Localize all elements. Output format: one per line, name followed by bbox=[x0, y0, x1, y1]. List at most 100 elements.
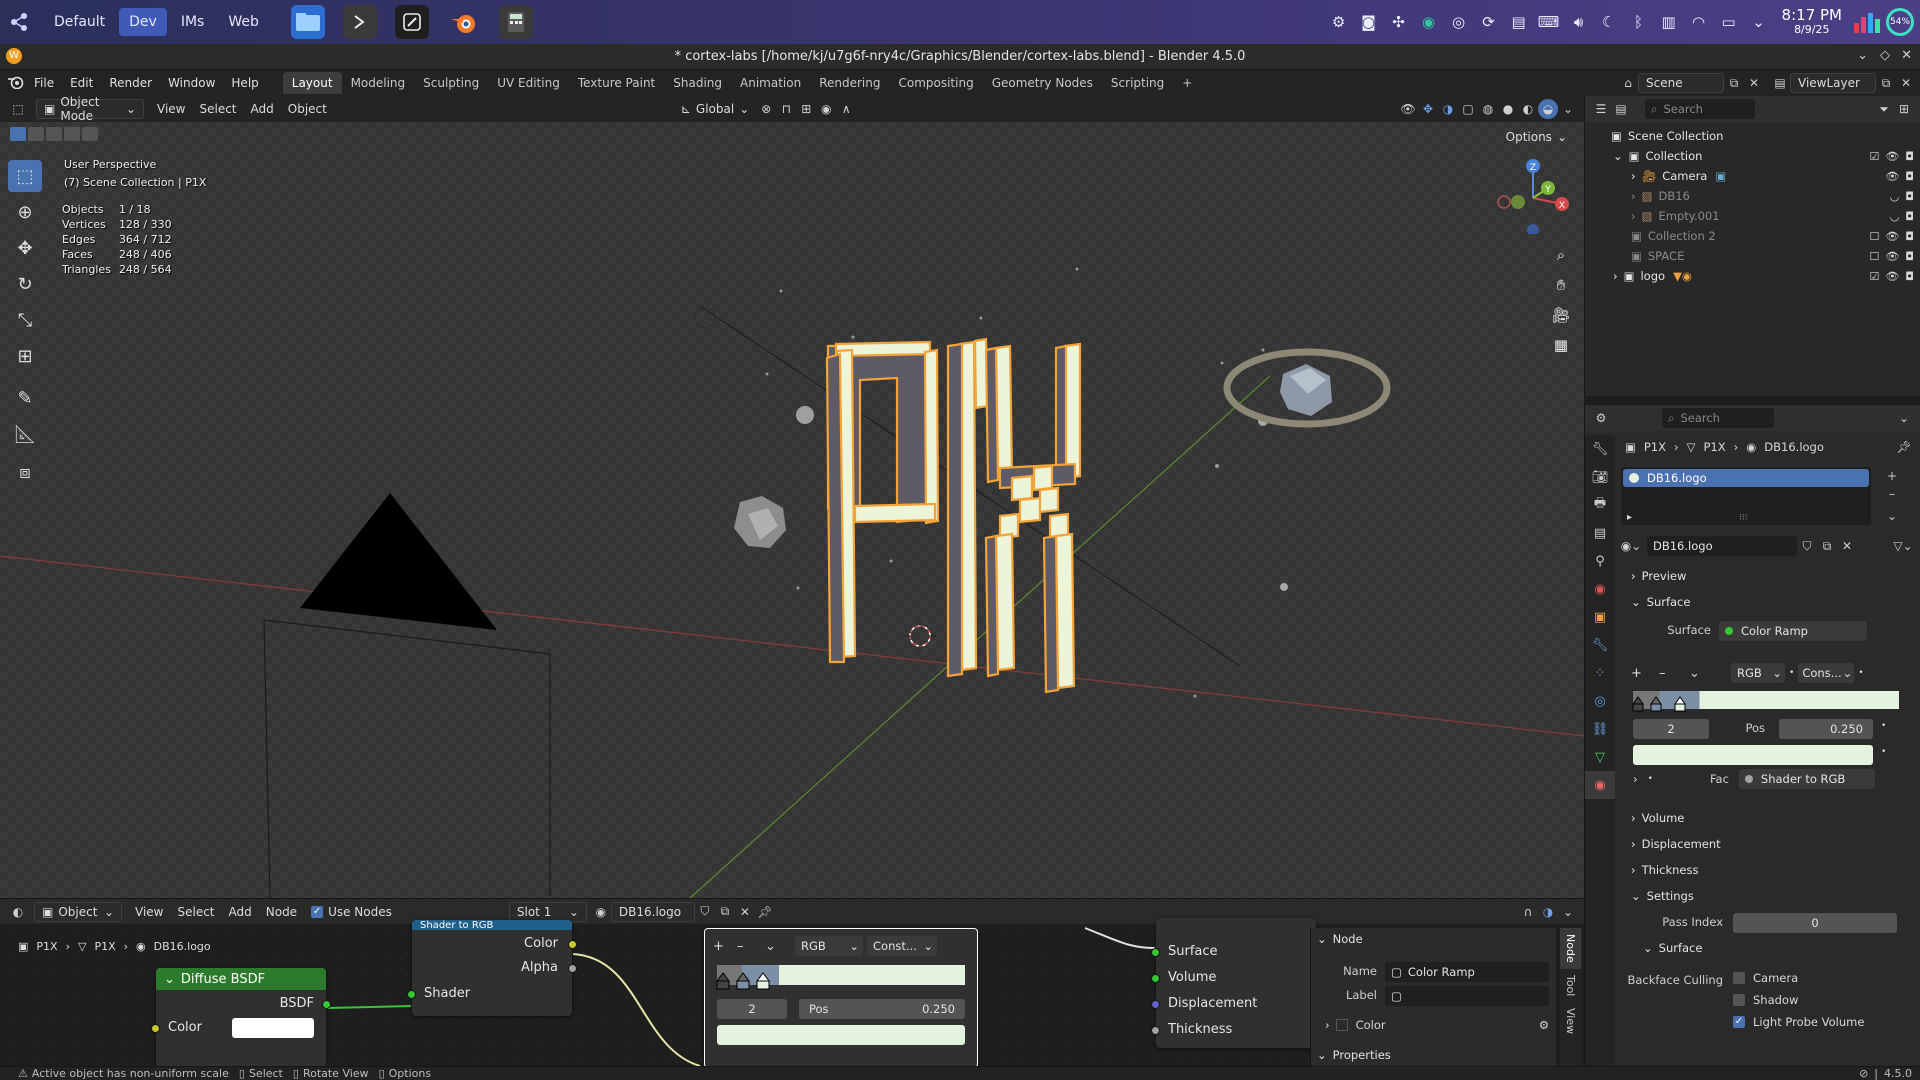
output-displacement-socket[interactable] bbox=[1151, 1000, 1160, 1009]
shader-node-editor[interactable]: ◐ ▣ Object ⌄ View Select Add Node ✓ Use … bbox=[0, 898, 1584, 1066]
remove-slot-icon[interactable]: – bbox=[1881, 485, 1903, 503]
viewport-menu-object[interactable]: Object bbox=[281, 99, 334, 119]
measure-tool[interactable]: 📐︎ bbox=[8, 418, 42, 450]
select-new-icon[interactable] bbox=[10, 127, 26, 141]
ramp-stops[interactable] bbox=[1629, 695, 1699, 717]
link-options-icon[interactable]: ▽⌄ bbox=[1893, 536, 1913, 556]
preview-panel-header[interactable]: › Preview bbox=[1619, 565, 1917, 587]
eye-closed-icon[interactable]: ◡ bbox=[1890, 190, 1900, 203]
color-presets-icon[interactable]: ⚙ bbox=[1539, 1018, 1549, 1032]
camera-restrict-icon[interactable]: ◘ bbox=[1905, 190, 1914, 203]
duplicate-material-icon[interactable]: ⧉ bbox=[1817, 536, 1837, 556]
outliner-row[interactable]: › ▨ Empty.001 ◡ ◘ bbox=[1585, 206, 1920, 226]
snap-target-icon[interactable]: ⊞ bbox=[796, 99, 816, 119]
outliner-search[interactable]: ⌕ Search bbox=[1645, 99, 1755, 119]
tab-layout[interactable]: Layout bbox=[282, 72, 342, 94]
menu-window[interactable]: Window bbox=[160, 76, 223, 90]
material-name-field[interactable]: DB16.logo bbox=[1647, 536, 1797, 556]
chevron-down-icon[interactable]: ⌄ bbox=[1689, 666, 1731, 681]
overlay-icon[interactable]: ◑ bbox=[1438, 99, 1458, 119]
eye-icon[interactable]: 👁︎ bbox=[1885, 230, 1899, 243]
node-label-field[interactable]: ▢ bbox=[1385, 986, 1549, 1006]
settings-surface-subpanel[interactable]: ⌄ Surface bbox=[1631, 937, 1911, 959]
wireframe-shading-icon[interactable]: ◍ bbox=[1478, 99, 1498, 119]
keyframe-dot-icon[interactable]: • bbox=[1789, 668, 1794, 678]
node-color-row[interactable]: › Color ⚙ bbox=[1325, 1018, 1549, 1032]
keyboard-icon[interactable]: ⌨ bbox=[1538, 11, 1560, 33]
settings-panel-header[interactable]: ⌄ Settings bbox=[1619, 885, 1917, 907]
ramp-index-field[interactable]: 2 bbox=[1633, 719, 1709, 739]
menu-file[interactable]: File bbox=[26, 76, 62, 90]
camera-restrict-icon[interactable]: ◘ bbox=[1905, 210, 1914, 223]
add-workspace-button[interactable]: + bbox=[1173, 72, 1201, 94]
color-checkbox[interactable] bbox=[1335, 1019, 1348, 1031]
menu-edit[interactable]: Edit bbox=[62, 76, 101, 90]
rendered-shading-icon[interactable]: ◒ bbox=[1538, 99, 1558, 119]
tab-geometry-nodes[interactable]: Geometry Nodes bbox=[983, 72, 1102, 94]
checkbox-icon[interactable]: ☐ bbox=[1869, 230, 1879, 243]
sync-icon[interactable]: ◉ bbox=[1418, 11, 1440, 33]
modifier-tab-icon[interactable]: 🔧︎ bbox=[1585, 631, 1615, 659]
remove-stop-icon[interactable]: – bbox=[737, 939, 765, 954]
outliner-row[interactable]: ⌄ ▣ Collection ☑ 👁︎ ◘ bbox=[1585, 146, 1920, 166]
output-volume-socket[interactable] bbox=[1151, 974, 1160, 983]
xray-icon[interactable]: ▢ bbox=[1458, 99, 1478, 119]
chevron-down-icon[interactable]: ⌄ bbox=[1748, 11, 1770, 33]
workspace-dev[interactable]: Dev bbox=[119, 8, 167, 36]
ramp-stop-color[interactable] bbox=[1633, 745, 1873, 765]
scene-icon[interactable]: ⌂ bbox=[1618, 73, 1638, 93]
app-launcher[interactable] bbox=[0, 0, 40, 44]
resize-handle-icon[interactable]: ⁝⁝⁝ bbox=[1739, 513, 1748, 523]
viewport-menu-view[interactable]: View bbox=[150, 99, 192, 119]
expand-icon[interactable]: ▸ bbox=[1627, 512, 1632, 523]
battery-indicator[interactable]: 54% bbox=[1886, 8, 1914, 36]
str-color-socket[interactable] bbox=[568, 940, 577, 949]
view-layer-tab-icon[interactable]: ▤ bbox=[1585, 519, 1615, 547]
backface-shadow-option[interactable]: Shadow bbox=[1733, 993, 1798, 1007]
pass-index-field[interactable]: 0 bbox=[1733, 913, 1897, 933]
properties-search[interactable]: ⌕ Search bbox=[1662, 408, 1774, 428]
color-input-socket[interactable] bbox=[151, 1024, 160, 1033]
add-stop-icon[interactable]: + bbox=[1631, 666, 1659, 681]
visibility-icon[interactable]: 👁︎ bbox=[1398, 99, 1418, 119]
color-ramp-node[interactable]: + – ⌄ RGB ⌄ Const... ⌄ 2 Pos 0.250 bbox=[704, 928, 978, 1066]
menu-help[interactable]: Help bbox=[223, 76, 266, 90]
output-thickness-socket[interactable] bbox=[1151, 1026, 1160, 1035]
select-box-tool[interactable]: ⬚ bbox=[8, 160, 42, 192]
solid-shading-icon[interactable]: ● bbox=[1498, 99, 1518, 119]
tab-tool[interactable]: Tool bbox=[1560, 969, 1581, 1002]
outliner-row[interactable]: › 🎥︎ Camera ▣ 👁︎ ◘ bbox=[1585, 166, 1920, 186]
checkbox-icon[interactable]: ☑ bbox=[1869, 270, 1879, 283]
add-cube-tool[interactable]: ⧈ bbox=[8, 456, 42, 488]
tab-modeling[interactable]: Modeling bbox=[342, 72, 415, 94]
blender-app[interactable] bbox=[447, 5, 481, 39]
select-subtract-icon[interactable] bbox=[46, 127, 62, 141]
view-layer-icon[interactable]: ▤ bbox=[1770, 73, 1790, 93]
3d-viewport[interactable]: ⬚ ▣ Object Mode ⌄ View Select Add Object… bbox=[0, 96, 1584, 898]
backface-camera-option[interactable]: Camera bbox=[1733, 971, 1798, 985]
str-shader-socket[interactable] bbox=[407, 990, 416, 999]
tab-uv-editing[interactable]: UV Editing bbox=[488, 72, 569, 94]
str-alpha-socket[interactable] bbox=[568, 964, 577, 973]
view-layer-selector[interactable]: ViewLayer bbox=[1790, 73, 1876, 93]
material-output-node[interactable]: Surface Volume Displacement Thickness bbox=[1151, 918, 1316, 1048]
calculator-app[interactable] bbox=[498, 5, 533, 39]
editor-app[interactable] bbox=[394, 5, 429, 39]
tab-sculpting[interactable]: Sculpting bbox=[414, 72, 488, 94]
unlink-material-icon[interactable]: ✕ bbox=[1837, 536, 1857, 556]
scene-tab-icon[interactable]: ⚲ bbox=[1585, 547, 1615, 575]
system-monitor[interactable] bbox=[1854, 11, 1880, 33]
pan-hand-icon[interactable]: ✋︎ bbox=[1548, 272, 1574, 298]
update-icon[interactable]: ⟳ bbox=[1478, 11, 1500, 33]
editor-type-icon[interactable]: ⚙ bbox=[1591, 408, 1611, 428]
material-shading-icon[interactable]: ◐ bbox=[1518, 99, 1538, 119]
fake-user-icon[interactable]: ⛉ bbox=[1797, 536, 1817, 556]
minimize-icon[interactable]: ⌄ bbox=[1857, 48, 1868, 63]
tab-texture-paint[interactable]: Texture Paint bbox=[569, 72, 664, 94]
tab-view[interactable]: View bbox=[1560, 1002, 1581, 1040]
discord-icon[interactable]: ◙ bbox=[1358, 11, 1380, 33]
delete-scene-icon[interactable]: ✕ bbox=[1744, 73, 1764, 93]
proportional-edit-icon[interactable]: ◉ bbox=[816, 99, 836, 119]
object-tab-icon[interactable]: ▣ bbox=[1585, 603, 1615, 631]
diffuse-node-header[interactable]: ⌄ Diffuse BSDF bbox=[156, 968, 326, 990]
